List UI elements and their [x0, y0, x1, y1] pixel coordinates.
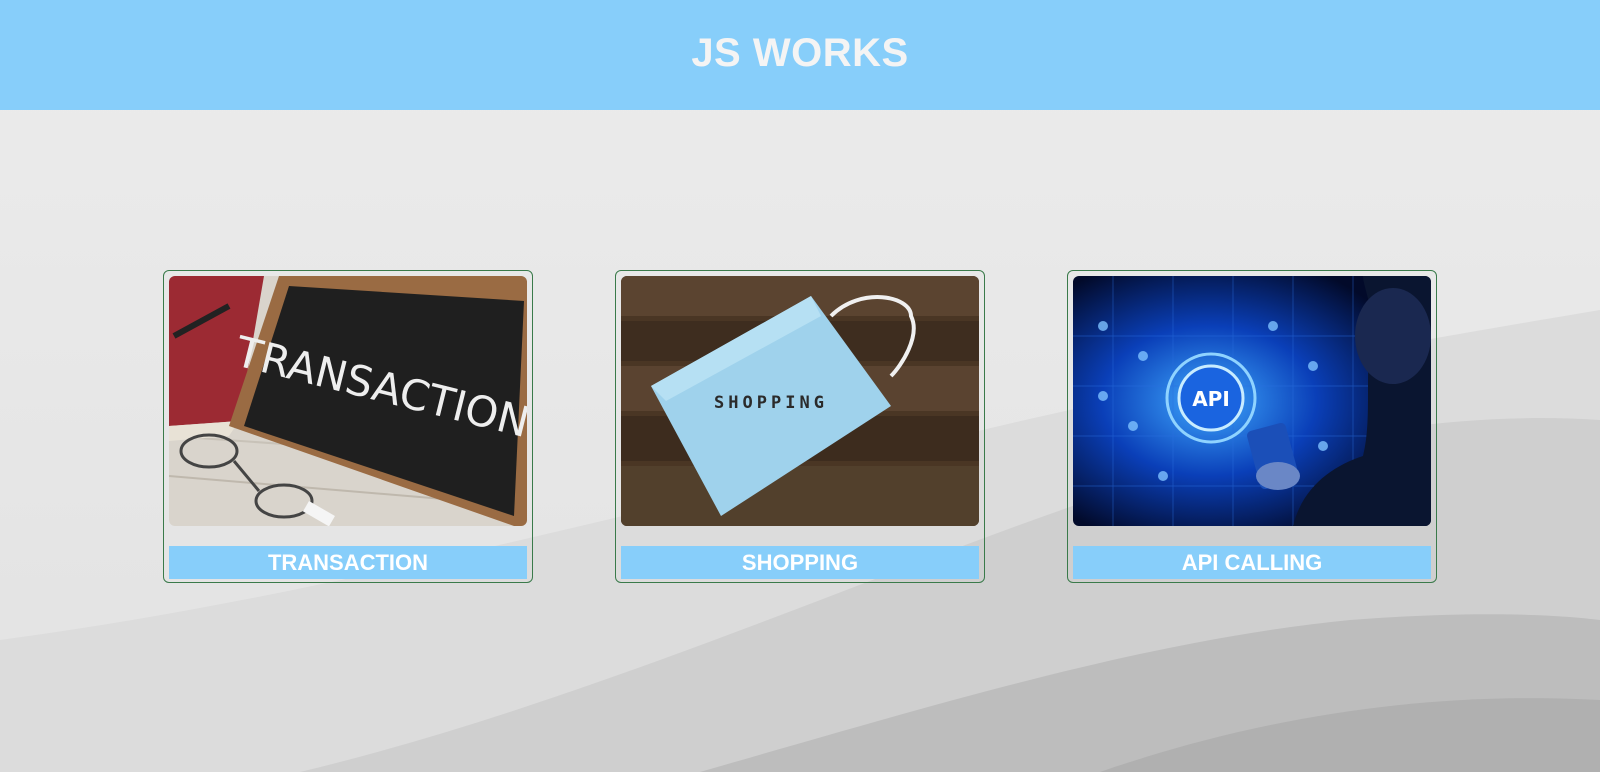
shopping-image-text: SHOPPING	[714, 393, 828, 413]
shopping-label[interactable]: SHOPPING	[621, 546, 979, 579]
project-cards: TRANSACTION TRANSACTION SHOPPING SHOPPIN…	[0, 0, 1600, 772]
shopping-image: SHOPPING	[621, 276, 979, 526]
api-calling-card[interactable]: API API CALLING	[1067, 270, 1437, 583]
api-calling-image: API	[1073, 276, 1431, 526]
transaction-label[interactable]: TRANSACTION	[169, 546, 527, 579]
api-image-text: API	[1192, 387, 1230, 411]
transaction-image: TRANSACTION	[169, 276, 527, 526]
shopping-card[interactable]: SHOPPING SHOPPING	[615, 270, 985, 583]
api-calling-label[interactable]: API CALLING	[1073, 546, 1431, 579]
transaction-card[interactable]: TRANSACTION TRANSACTION	[163, 270, 533, 583]
